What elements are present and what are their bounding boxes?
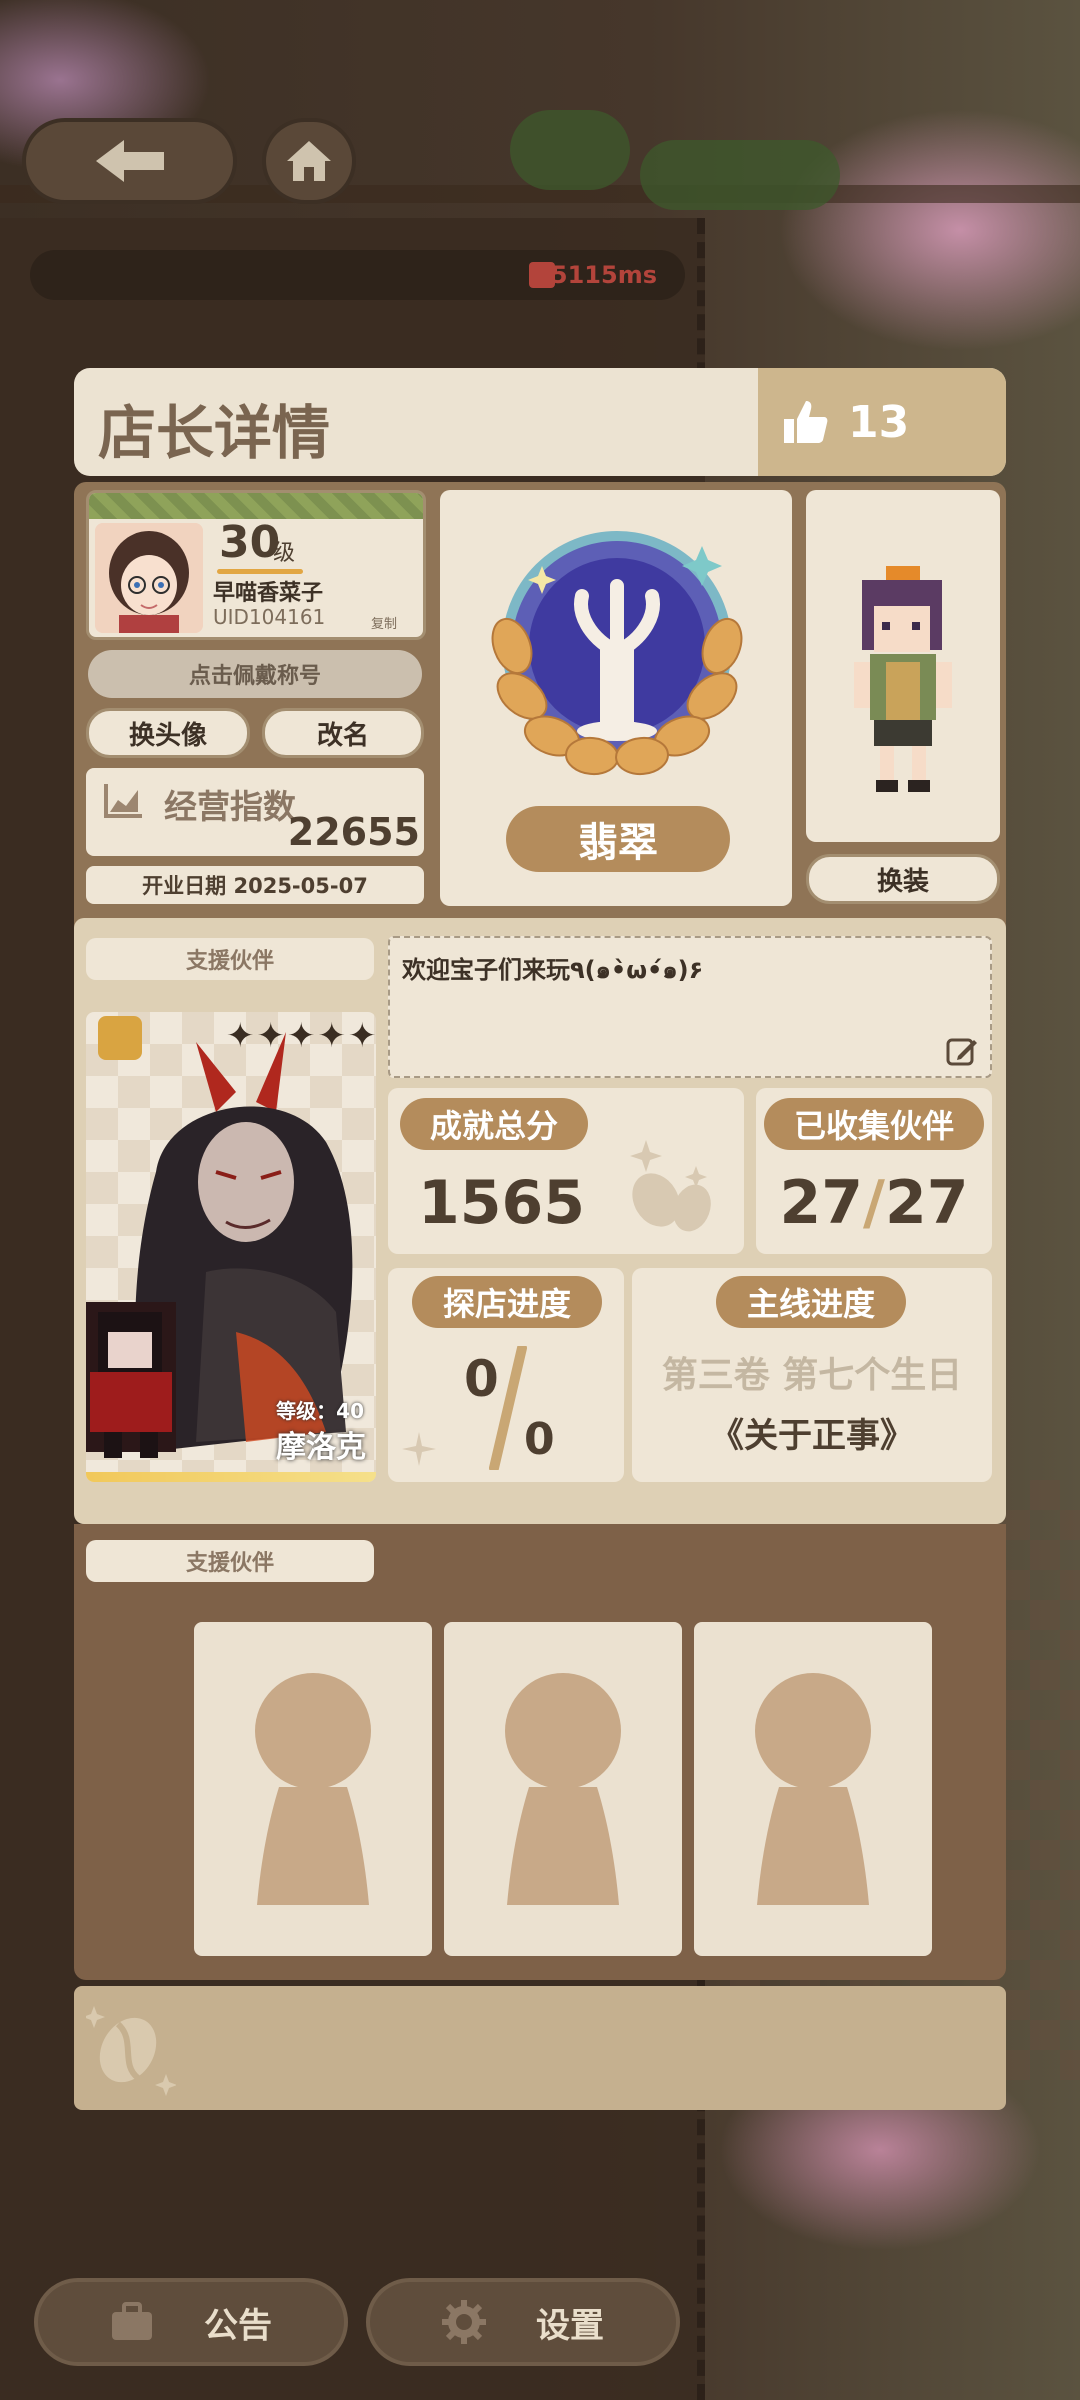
empty-slot-silhouette-icon	[255, 1673, 371, 1905]
like-button[interactable]: 13	[758, 368, 1006, 476]
gear-icon	[442, 2300, 486, 2344]
collected-total: 27	[884, 1168, 969, 1238]
collected-card: 已收集伙伴 27/27	[756, 1088, 992, 1254]
explore-total: 0	[524, 1414, 555, 1465]
explore-divider	[489, 1346, 527, 1470]
collected-value: 27	[779, 1168, 864, 1238]
support-slot-1[interactable]	[194, 1622, 432, 1956]
notice-button[interactable]: 公告	[34, 2278, 348, 2366]
badge-name: 翡翠	[506, 806, 730, 872]
collected-slash: /	[863, 1168, 885, 1238]
profile-strip	[89, 493, 423, 519]
achievement-value: 1565	[418, 1168, 585, 1238]
back-arrow-icon	[95, 140, 164, 182]
achievement-label: 成就总分	[400, 1098, 588, 1150]
business-index-card: 经营指数 22655	[86, 768, 424, 856]
open-date: 开业日期 2025-05-07	[86, 866, 424, 904]
partner-name: 摩洛克	[276, 1430, 366, 1465]
thumbs-up-icon	[784, 401, 828, 443]
page-title: 店长详情	[98, 399, 331, 467]
change-avatar-button[interactable]: 换头像	[86, 708, 250, 758]
explore-label: 探店进度	[412, 1276, 602, 1328]
decorative-footer-strip	[74, 1986, 1006, 2110]
coffee-bean-icon	[630, 1140, 711, 1232]
support-slot-2[interactable]	[444, 1622, 682, 1956]
story-title: 《关于正事》	[710, 1416, 914, 1456]
story-label: 主线进度	[716, 1276, 906, 1328]
motto-box[interactable]: 欢迎宝子们来玩٩(๑•̀ω•́๑)۶	[388, 936, 992, 1078]
character-card	[806, 490, 1000, 842]
avatar[interactable]	[95, 523, 203, 633]
hedge	[640, 140, 840, 210]
partner-rarity-bar	[86, 1472, 376, 1482]
wear-title-button[interactable]: 点击佩戴称号	[88, 650, 422, 698]
coffee-bean-icon	[86, 2006, 176, 2096]
business-index-label: 经营指数	[164, 787, 296, 826]
detail-header: 店长详情 13	[74, 368, 1006, 476]
change-outfit-button[interactable]: 换装	[806, 854, 1000, 904]
back-button[interactable]	[22, 118, 237, 204]
support-partner-card[interactable]: ✦✦✦✦✦ 等级：40 摩洛克	[86, 1012, 376, 1482]
partner-level: 等级：40	[276, 1399, 364, 1423]
badge-card[interactable]: 翡翠	[440, 490, 792, 906]
partner-section-label: 支援伙伴	[86, 938, 374, 980]
chart-icon	[104, 784, 142, 818]
briefcase-icon	[112, 2302, 152, 2340]
support-slot-3[interactable]	[694, 1622, 932, 1956]
explore-card: 探店进度 0 0	[388, 1268, 624, 1482]
notice-label: 公告	[204, 2305, 272, 2346]
motto-text: 欢迎宝子们来玩٩(๑•̀ω•́๑)۶	[402, 956, 704, 984]
achievement-card: 成就总分 1565	[388, 1088, 744, 1254]
collected-label: 已收集伙伴	[764, 1098, 984, 1150]
empty-slot-silhouette-icon	[755, 1673, 871, 1905]
sparkle-icon	[402, 1432, 436, 1466]
home-button[interactable]	[262, 118, 356, 204]
business-index-value: 22655	[287, 810, 420, 854]
emerald-badge-icon	[491, 531, 743, 776]
avatar-portrait	[95, 523, 203, 633]
settings-button[interactable]: 设置	[366, 2278, 680, 2366]
hedge	[510, 110, 630, 190]
edit-icon[interactable]	[946, 1036, 978, 1066]
story-chapter: 第三卷 第七个生日	[661, 1355, 963, 1396]
level-unit: 级	[273, 541, 296, 566]
player-uid: UID104161	[213, 605, 326, 629]
copy-uid-button[interactable]: 复制	[371, 613, 397, 632]
profile-card: 30 级 早喵香菜子 UID104161 复制	[86, 490, 426, 640]
home-icon	[287, 141, 331, 181]
rename-button[interactable]: 改名	[262, 708, 424, 758]
settings-label: 设置	[536, 2305, 604, 2346]
character-sprite	[854, 566, 952, 792]
story-card: 主线进度 第三卷 第七个生日 《关于正事》	[632, 1268, 992, 1482]
empty-slot-silhouette-icon	[505, 1673, 621, 1905]
support-section-label: 支援伙伴	[86, 1540, 374, 1582]
ping-indicator: 5115ms	[30, 250, 685, 300]
like-count: 13	[848, 396, 910, 448]
player-name: 早喵香菜子	[213, 581, 324, 606]
player-level: 30	[219, 517, 281, 568]
level-underline	[217, 569, 303, 574]
